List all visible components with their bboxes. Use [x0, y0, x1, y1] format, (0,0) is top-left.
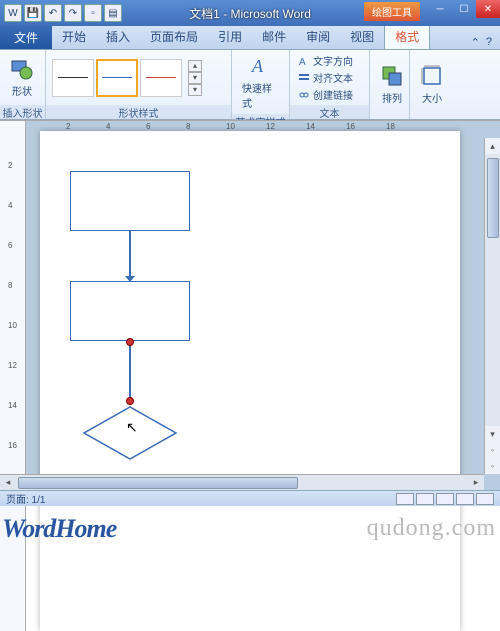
view-draft-icon[interactable]: [476, 493, 494, 505]
group-text: A 文字方向 对齐文本 创建链接 文本: [290, 50, 370, 119]
vertical-scrollbar[interactable]: ▴ ▾ ◦ ◦: [484, 138, 500, 474]
word-app-icon[interactable]: W: [4, 4, 22, 22]
tab-references[interactable]: 引用: [208, 24, 252, 49]
scroll-thumb[interactable]: [18, 477, 298, 489]
view-web-icon[interactable]: [436, 493, 454, 505]
ribbon-help: ⌃ ?: [463, 36, 500, 49]
title-bar: W 💾 ↶ ↷ ▫ ▤ 文档1 - Microsoft Word 绘图工具 ─ …: [0, 0, 500, 26]
group-label: 形状样式: [46, 105, 231, 119]
window-title: 文档1 - Microsoft Word: [189, 5, 311, 22]
close-button[interactable]: ✕: [476, 0, 500, 18]
scroll-right-icon[interactable]: ▸: [468, 477, 484, 488]
minimize-ribbon-icon[interactable]: ⌃: [471, 36, 480, 49]
style-preset-3[interactable]: [140, 59, 182, 97]
tab-review[interactable]: 审阅: [296, 24, 340, 49]
vertical-ruler[interactable]: 2 4 6 8 10 12 14 16: [0, 121, 26, 631]
arrange-button[interactable]: 排列: [376, 62, 408, 107]
gallery-more-icon[interactable]: ▾: [188, 84, 202, 96]
next-page-icon[interactable]: ◦: [485, 458, 500, 474]
group-label: 插入形状: [0, 105, 45, 119]
style-preset-1[interactable]: [52, 59, 94, 97]
maximize-button[interactable]: ☐: [452, 0, 476, 18]
tab-format[interactable]: 格式: [384, 23, 430, 49]
tab-view[interactable]: 视图: [340, 24, 384, 49]
undo-icon[interactable]: ↶: [44, 4, 62, 22]
flowchart-process-1[interactable]: [70, 171, 190, 231]
shape-style-gallery[interactable]: [52, 59, 182, 97]
gallery-down-icon[interactable]: ▾: [188, 72, 202, 84]
group-insert-shape: 形状 插入形状: [0, 50, 46, 119]
tab-layout[interactable]: 页面布局: [140, 24, 208, 49]
connector-handle-end[interactable]: [126, 397, 134, 405]
file-tab[interactable]: 文件: [0, 26, 52, 49]
connector-2-selected[interactable]: [129, 341, 131, 401]
svg-text:A: A: [251, 56, 264, 76]
print-icon[interactable]: ▤: [104, 4, 122, 22]
group-wordart: A 快速样式 艺术字样式: [232, 50, 290, 119]
group-size: 大小: [410, 50, 450, 119]
tab-mailings[interactable]: 邮件: [252, 24, 296, 49]
prev-page-icon[interactable]: ◦: [485, 442, 500, 458]
connector-1[interactable]: [129, 231, 131, 281]
scroll-down-icon[interactable]: ▾: [485, 426, 500, 442]
watermark-left: WordHome: [2, 514, 116, 544]
tab-home[interactable]: 开始: [52, 24, 96, 49]
flowchart-process-2[interactable]: [70, 281, 190, 341]
align-text-button[interactable]: 对齐文本: [296, 69, 355, 86]
view-buttons: [396, 493, 494, 505]
gallery-up-icon[interactable]: ▴: [188, 60, 202, 72]
page-indicator[interactable]: 页面: 1/1: [6, 491, 45, 506]
view-outline-icon[interactable]: [456, 493, 474, 505]
style-preset-2[interactable]: [96, 59, 138, 97]
gallery-scroll: ▴ ▾ ▾: [188, 60, 202, 96]
scroll-up-icon[interactable]: ▴: [485, 138, 500, 154]
svg-text:A: A: [299, 57, 306, 67]
watermark-right: qudong.com: [367, 515, 496, 542]
window-controls: ─ ☐ ✕: [428, 0, 500, 18]
help-icon[interactable]: ?: [486, 36, 492, 49]
save-icon[interactable]: 💾: [24, 4, 42, 22]
scroll-thumb[interactable]: [487, 158, 499, 238]
document-scroll-area[interactable]: ↖: [26, 121, 500, 631]
view-reading-icon[interactable]: [416, 493, 434, 505]
tab-insert[interactable]: 插入: [96, 24, 140, 49]
size-button[interactable]: 大小: [416, 62, 448, 107]
new-icon[interactable]: ▫: [84, 4, 102, 22]
scroll-left-icon[interactable]: ◂: [0, 477, 16, 488]
page[interactable]: ↖: [40, 131, 460, 631]
text-direction-button[interactable]: A 文字方向: [296, 52, 355, 69]
minimize-button[interactable]: ─: [428, 0, 452, 18]
shapes-button[interactable]: 形状: [6, 55, 38, 100]
ribbon-tab-strip: 文件 开始 插入 页面布局 引用 邮件 审阅 视图 格式 ⌃ ?: [0, 26, 500, 50]
contextual-tab-label: 绘图工具: [364, 2, 420, 21]
redo-icon[interactable]: ↷: [64, 4, 82, 22]
horizontal-scrollbar[interactable]: ◂ ▸: [0, 474, 484, 490]
view-print-layout-icon[interactable]: [396, 493, 414, 505]
group-arrange: 排列: [370, 50, 410, 119]
mouse-cursor-icon: ↖: [126, 419, 138, 436]
connector-handle-start[interactable]: [126, 338, 134, 346]
status-bar: 页面: 1/1: [0, 490, 500, 506]
group-shape-styles: ▴ ▾ ▾ 形状样式: [46, 50, 232, 119]
create-link-button[interactable]: 创建链接: [296, 86, 355, 103]
workspace: 2 4 6 8 10 12 14 16 18 2 4 6 8 10 12 14 …: [0, 120, 500, 490]
quick-access-toolbar: W 💾 ↶ ↷ ▫ ▤: [0, 4, 122, 22]
ribbon: 形状 插入形状 ▴ ▾ ▾ 形状样式 A 快速样式 艺术字样式: [0, 50, 500, 120]
quick-styles-button[interactable]: A 快速样式: [238, 52, 283, 112]
group-label: 文本: [290, 105, 369, 119]
